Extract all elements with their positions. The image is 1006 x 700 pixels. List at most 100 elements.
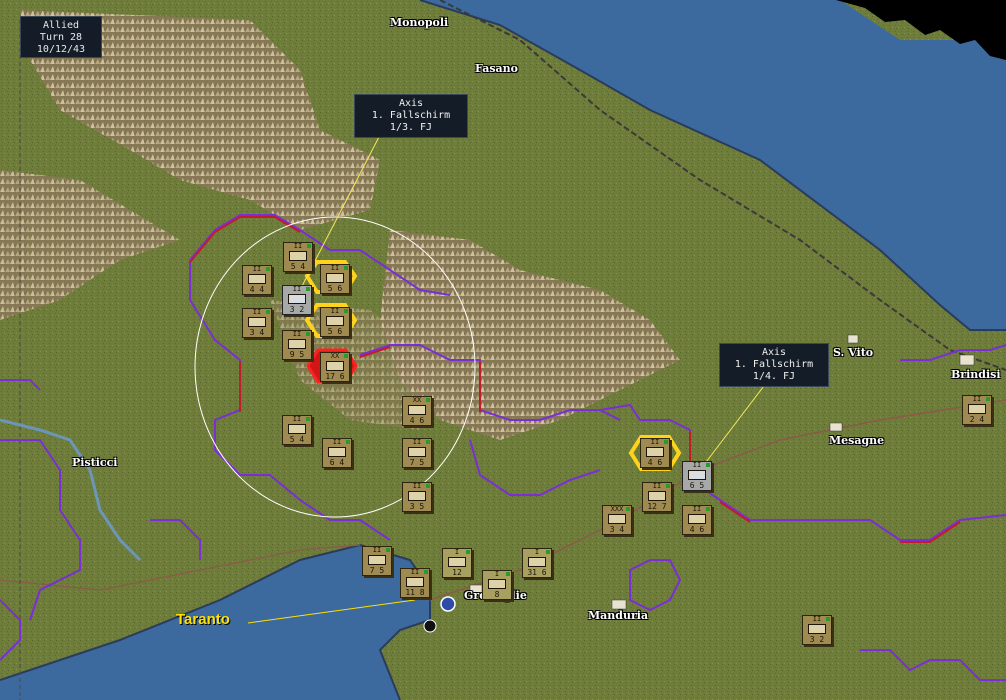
tooltip-1-side: Axis [398, 98, 424, 109]
tooltip-2-division: 1. Fallschirm [734, 359, 814, 370]
status-dot [344, 309, 348, 313]
unit-values: 12 [452, 568, 462, 577]
unit-counter[interactable]: XX 17 6 [320, 352, 350, 382]
tooltip-1-division: 1. Fallschirm [371, 110, 451, 121]
unit-values: 17 6 [325, 372, 345, 381]
turn-info-box: Allied Turn 28 10/12/43 [20, 16, 102, 58]
armor-icon [648, 491, 666, 501]
infantry-icon [288, 294, 306, 304]
unit-values: 4 4 [249, 285, 265, 294]
unit-counter[interactable]: II 3 5 [402, 482, 432, 512]
infantry-icon [968, 404, 986, 414]
status-dot [426, 440, 430, 444]
turn-date: 10/12/43 [36, 44, 86, 55]
unit-values: 6 4 [329, 458, 345, 467]
place-brindisi: Brindisi [951, 368, 1001, 381]
status-dot [506, 572, 510, 576]
status-dot [307, 244, 311, 248]
unit-values: 12 7 [647, 502, 667, 511]
unit-counter[interactable]: II 12 7 [642, 482, 672, 512]
status-dot [306, 417, 310, 421]
unit-counter[interactable]: II 3 2 [802, 615, 832, 645]
infantry-icon [326, 316, 344, 326]
unit-counter-selected[interactable]: II 3 2 [282, 285, 312, 315]
unit-counter[interactable]: II 5 6 [320, 307, 350, 337]
unit-counter[interactable]: I 31 6 [522, 548, 552, 578]
armor-icon [688, 514, 706, 524]
unit-counter[interactable]: II 2 4 [962, 395, 992, 425]
place-monopoli: Monopoli [390, 16, 449, 29]
status-dot [306, 332, 310, 336]
unit-counter[interactable]: II 3 4 [242, 308, 272, 338]
tooltip-1-unit: 1/3. FJ [389, 122, 433, 133]
unit-tooltip-2: Axis 1. Fallschirm 1/4. FJ [719, 343, 829, 387]
status-dot [344, 266, 348, 270]
status-dot [826, 617, 830, 621]
infantry-icon [326, 273, 344, 283]
unit-values: 3 2 [809, 635, 825, 644]
unit-values: 31 6 [527, 568, 547, 577]
armor-icon [406, 577, 424, 587]
infantry-icon [688, 470, 706, 480]
unit-counter[interactable]: II 5 4 [283, 242, 313, 272]
place-taranto: Taranto [176, 611, 230, 628]
turn-number: Turn 28 [39, 32, 83, 43]
unit-counter[interactable]: II 5 6 [320, 264, 350, 294]
unit-counter[interactable]: II 9 5 [282, 330, 312, 360]
unit-counter[interactable]: I8 [482, 570, 512, 600]
unit-values: 3 5 [409, 502, 425, 511]
status-dot [426, 398, 430, 402]
unit-counter[interactable]: XX 4 6 [402, 396, 432, 426]
moon-icon [423, 619, 437, 633]
mountain-icon [808, 624, 826, 634]
unit-counter[interactable]: II 6 4 [322, 438, 352, 468]
unit-values: 5 4 [290, 262, 306, 271]
recon-icon [288, 424, 306, 434]
hq-icon [408, 405, 426, 415]
unit-values: 5 4 [289, 435, 305, 444]
status-dot [626, 507, 630, 511]
status-dot [386, 548, 390, 552]
status-dot [306, 287, 310, 291]
recon-icon [408, 447, 426, 457]
infantry-icon [248, 317, 266, 327]
hq-icon [608, 514, 626, 524]
port-icon[interactable] [440, 596, 456, 612]
unit-counter[interactable]: II 4 6 [640, 438, 670, 468]
air-unit-icon [488, 579, 506, 589]
unit-counter[interactable]: II 5 4 [282, 415, 312, 445]
unit-values: 2 4 [969, 415, 985, 424]
status-dot [266, 267, 270, 271]
unit-counter[interactable]: II 11 8 [400, 568, 430, 598]
place-mesagne: Mesagne [829, 434, 885, 447]
unit-values: 5 6 [327, 284, 343, 293]
place-s-vito: S. Vito [833, 346, 874, 359]
unit-counter[interactable]: II 7 5 [402, 438, 432, 468]
unit-values: 6 5 [689, 481, 705, 490]
armor-icon [646, 447, 664, 457]
unit-counter[interactable]: XXX 3 4 [602, 505, 632, 535]
recon-icon [328, 447, 346, 457]
unit-counter[interactable]: II 7 5 [362, 546, 392, 576]
unit-values: 3 4 [249, 328, 265, 337]
tooltip-2-side: Axis [761, 347, 787, 358]
unit-counter[interactable]: I 12 [442, 548, 472, 578]
unit-counter[interactable]: II 4 4 [242, 265, 272, 295]
unit-values: 4 6 [689, 525, 705, 534]
status-dot [986, 397, 990, 401]
recon-icon [368, 555, 386, 565]
unit-values: 8 [494, 590, 500, 599]
status-dot [664, 440, 668, 444]
unit-values: 7 5 [409, 458, 425, 467]
unit-counter-selected[interactable]: II 6 5 [682, 461, 712, 491]
armor-icon [288, 339, 306, 349]
status-dot [426, 484, 430, 488]
unit-counter[interactable]: II 4 6 [682, 505, 712, 535]
unit-values: 4 6 [647, 458, 663, 467]
tooltip-2-unit: 1/4. FJ [752, 371, 796, 382]
air-unit-icon [448, 557, 466, 567]
unit-values: 4 6 [409, 416, 425, 425]
unit-values: 7 5 [369, 566, 385, 575]
air-unit-icon [528, 557, 546, 567]
unit-tooltip-1: Axis 1. Fallschirm 1/3. FJ [354, 94, 468, 138]
